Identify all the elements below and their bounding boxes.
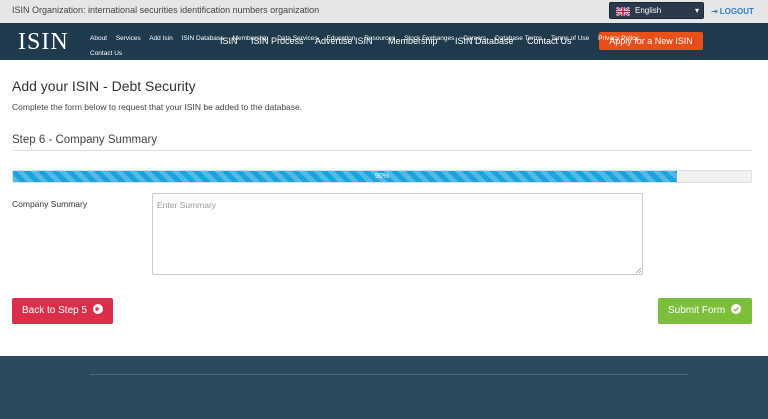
isin-logo[interactable]: ISIN xyxy=(18,29,69,56)
footer-links: About Services Add Isin ISIN Database Me… xyxy=(90,31,690,61)
uk-flag-icon xyxy=(616,7,630,16)
language-selected: English xyxy=(635,6,662,15)
footer-link-services[interactable]: Services xyxy=(116,35,141,42)
resize-grip-icon[interactable] xyxy=(635,267,642,274)
page-description: Complete the form below to request that … xyxy=(12,102,303,112)
footer-link-education[interactable]: Education xyxy=(326,35,355,42)
company-summary-textarea[interactable] xyxy=(152,193,643,275)
footer-link-add-isin[interactable]: Add Isin xyxy=(149,35,173,42)
progress-bar: 90% xyxy=(12,170,752,183)
footer-divider xyxy=(90,374,688,375)
caret-down-icon: ▾ xyxy=(694,6,699,15)
logout-link[interactable]: ⇥ LOGOUT xyxy=(711,7,754,16)
footer-link-membership[interactable]: Membership xyxy=(233,35,269,42)
back-button-label: Back to Step 5 xyxy=(22,305,88,316)
logout-label: LOGOUT xyxy=(719,7,754,16)
footer-link-contact-us[interactable]: Contact Us xyxy=(90,50,122,57)
progress-label: 90% xyxy=(374,173,389,180)
arrow-left-circle-icon xyxy=(92,304,103,314)
submit-form-button[interactable]: Submit Form xyxy=(658,298,752,324)
step-title: Step 6 - Company Summary xyxy=(12,134,158,146)
company-summary-label: Company Summary xyxy=(12,199,88,209)
back-to-step-5-button[interactable]: Back to Step 5 xyxy=(12,298,113,324)
footer-link-isin-database[interactable]: ISIN Database xyxy=(182,35,224,42)
logout-icon: ⇥ xyxy=(711,7,718,16)
submit-button-label: Submit Form xyxy=(668,305,726,316)
footer-link-stock-exchanges[interactable]: Stock Exchanges xyxy=(404,35,454,42)
step-divider xyxy=(12,150,752,151)
page-title: Add your ISIN - Debt Security xyxy=(12,78,196,94)
top-bar: ISIN Organization: international securit… xyxy=(0,0,768,23)
organization-tagline: ISIN Organization: international securit… xyxy=(12,5,320,15)
footer-link-careers[interactable]: Careers xyxy=(463,35,486,42)
language-select[interactable]: English ▾ xyxy=(609,2,704,19)
footer-link-database-terms[interactable]: Database Terms xyxy=(495,35,542,42)
footer xyxy=(0,356,768,419)
footer-link-resources[interactable]: Resources xyxy=(364,35,395,42)
footer-link-about[interactable]: About xyxy=(90,35,107,42)
check-circle-icon xyxy=(731,304,742,314)
footer-link-terms-of-use[interactable]: Terms of Use xyxy=(551,35,589,42)
footer-link-data-services[interactable]: Data Services xyxy=(277,35,317,42)
footer-link-privacy-policy[interactable]: Privacy Policy xyxy=(598,35,638,42)
